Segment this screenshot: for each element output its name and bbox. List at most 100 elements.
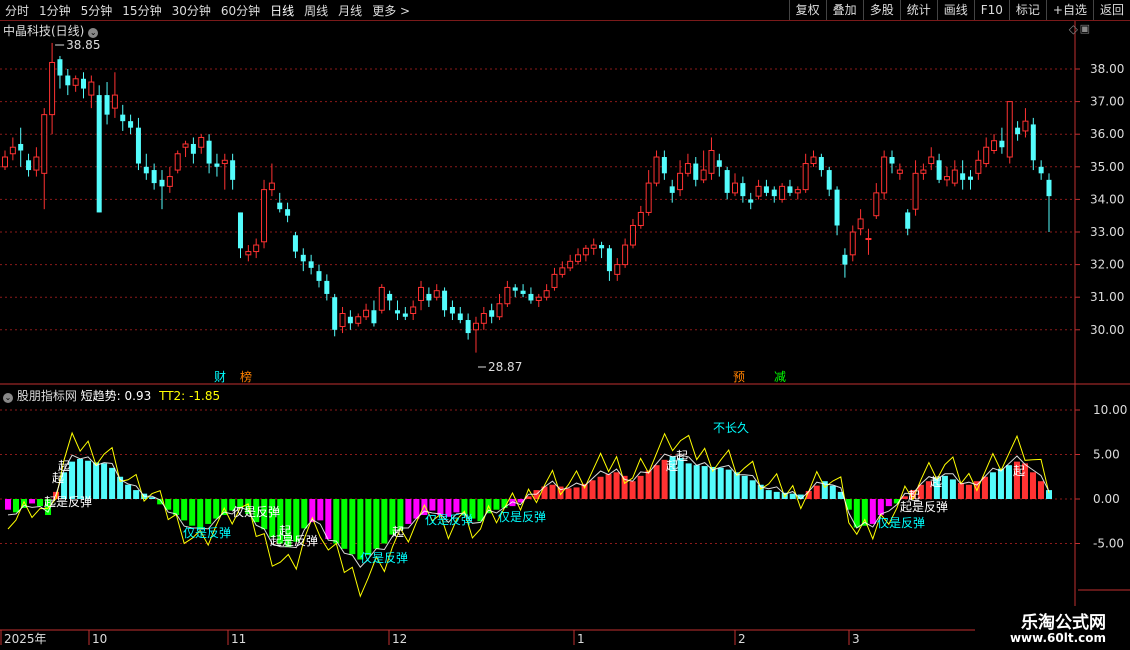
candle-body-down	[316, 271, 322, 281]
indicator-bar	[597, 476, 604, 499]
candle-body-up	[684, 163, 691, 174]
candle-body-up	[245, 251, 252, 256]
candle-body-down	[826, 170, 832, 190]
indicator-bar	[477, 499, 484, 522]
candle-body-up	[755, 185, 762, 197]
candle-body-down	[716, 160, 722, 167]
candle-body-up	[504, 286, 511, 305]
dropdown-circle-icon[interactable]: ⌄	[88, 28, 99, 38]
indicator-bar	[189, 499, 196, 526]
candle-body-up	[472, 322, 479, 331]
candle-body-up	[975, 159, 982, 174]
candle-body-up	[991, 140, 998, 152]
candle-body-down	[347, 316, 353, 324]
candle-body-up	[551, 273, 558, 288]
candle-body-up	[9, 146, 16, 155]
price-axis-label: 37.00	[1090, 95, 1124, 109]
signal-annotation: 仅是反弹	[498, 510, 546, 524]
indicator-bar	[677, 458, 684, 499]
indicator-bar	[197, 499, 204, 530]
layout-icon[interactable]: ▣	[1080, 22, 1090, 35]
candle-body-up	[653, 156, 660, 184]
candle-body-up	[363, 309, 370, 318]
indicator-bar	[213, 499, 220, 519]
indicator-bar	[637, 475, 644, 499]
indicator-bar	[877, 499, 884, 516]
indicator-bar	[549, 484, 556, 499]
indicator-name: 股朋指标网	[16, 389, 77, 403]
indicator-bar	[1029, 472, 1036, 499]
signal-annotation: 仅是反弹	[425, 513, 473, 527]
candle-body-up	[881, 156, 888, 194]
candle-body-up	[88, 81, 95, 96]
candle-body-down	[65, 75, 71, 86]
candle-body-down	[324, 280, 330, 294]
short-trend-label: 短趋势:	[80, 389, 121, 403]
candle-body-down	[748, 199, 754, 203]
indicator-bar	[989, 472, 996, 499]
indicator-axis-label: -5.00	[1093, 537, 1124, 551]
indicator-bar	[749, 480, 756, 499]
tt2-value: -1.85	[189, 389, 221, 403]
tt2-label: TT2:	[159, 389, 186, 403]
candle-body-up	[928, 156, 935, 165]
indicator-bar	[869, 499, 876, 524]
event-marker: 榜	[240, 369, 252, 384]
indicator-bar	[733, 472, 740, 499]
signal-annotation: 仅是反弹	[232, 505, 280, 519]
candle-body-down	[528, 293, 534, 301]
candle-body-up	[378, 286, 385, 311]
date-axis-label: 2025年	[4, 632, 47, 646]
indicator-bar	[693, 465, 700, 499]
candle-body-up	[41, 114, 48, 174]
candle-body-down	[960, 173, 966, 180]
candle-body-down	[606, 248, 612, 272]
indicator-bar	[5, 499, 11, 510]
candle-body-up	[559, 267, 566, 275]
candle-body-down	[787, 186, 793, 193]
candle-body-down	[693, 163, 699, 180]
candle-body-up	[983, 146, 990, 165]
indicator-bar	[589, 480, 596, 499]
signal-annotation: 起	[392, 525, 404, 539]
watermark-url: www.60lt.com	[1009, 631, 1106, 645]
indicator-bar	[717, 467, 724, 499]
candle-body-up	[221, 159, 228, 165]
signal-annotation: 起是反弹	[270, 534, 318, 548]
diamond-icon[interactable]: ◇	[1069, 22, 1078, 36]
indicator-dropdown-icon[interactable]: ⌄	[3, 393, 13, 403]
candle-body-up	[535, 296, 542, 301]
indicator-bar	[629, 481, 636, 499]
indicator-bar	[765, 490, 772, 499]
indicator-bar	[725, 469, 732, 499]
indicator-bar	[861, 499, 868, 526]
signal-annotation: 起是反弹	[44, 495, 92, 509]
candle-body-down	[740, 183, 746, 197]
date-axis-label: 12	[392, 632, 407, 646]
candle-body-down	[905, 212, 911, 229]
signal-annotation: 不长久	[713, 421, 749, 435]
kline-chart-area[interactable]: 38.0037.0036.0035.0034.0033.0032.0031.00…	[0, 0, 1130, 650]
candle-body-down	[237, 212, 243, 249]
candle-body-up	[1006, 101, 1013, 158]
candle-body-down	[442, 290, 448, 311]
candle-body-up	[614, 264, 621, 275]
candle-body-down	[818, 157, 824, 171]
candle-body-down	[332, 297, 338, 330]
candle-body-up	[912, 172, 919, 210]
indicator-bar	[981, 476, 988, 499]
candle-body-up	[582, 247, 589, 256]
candle-body-up	[732, 182, 739, 194]
indicator-bar	[613, 472, 620, 499]
indicator-bar	[37, 499, 44, 507]
candle-body-up	[873, 192, 880, 217]
indicator-title: ⌄ 股朋指标网 短趋势: 0.93 TT2: -1.85	[3, 387, 220, 404]
indicator-bar	[701, 466, 708, 499]
candle-body-down	[842, 254, 848, 265]
indicator-bar	[365, 499, 372, 556]
candle-body-down	[449, 306, 455, 314]
watermark: 乐淘公式网 www.60lt.com	[975, 606, 1130, 650]
candle-body-up	[951, 169, 958, 184]
signal-annotation: 起	[1013, 464, 1025, 478]
signal-annotation: 起	[52, 471, 64, 485]
